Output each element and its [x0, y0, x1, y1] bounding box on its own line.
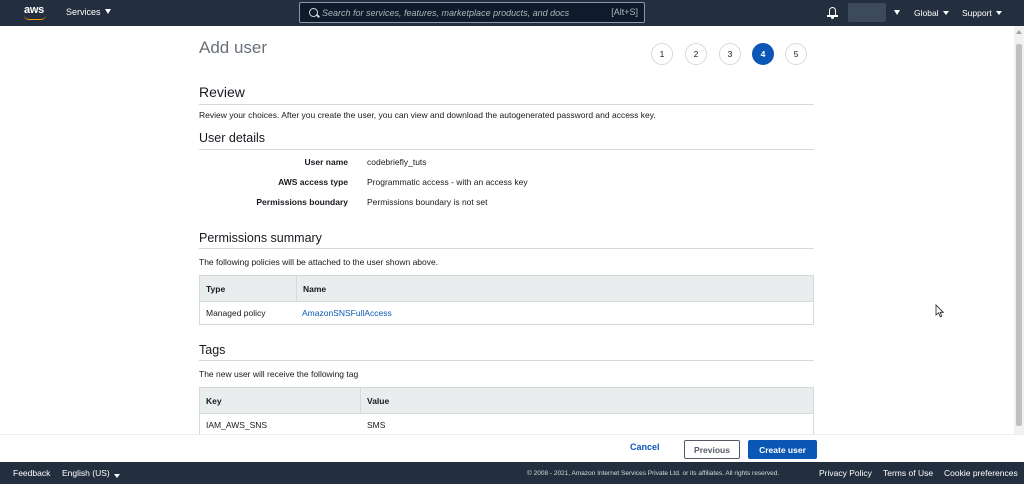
- mouse-pointer-icon: [935, 304, 944, 318]
- previous-button[interactable]: Previous: [684, 440, 740, 459]
- services-menu[interactable]: Services: [66, 7, 111, 17]
- step-1[interactable]: 1: [651, 43, 673, 65]
- language-label: English (US): [62, 468, 110, 478]
- policy-type: Managed policy: [206, 308, 266, 318]
- page-title: Add user: [199, 38, 268, 57]
- step-5: 5: [785, 43, 807, 65]
- column-header-value: Value: [367, 396, 390, 406]
- permissions-description: The following policies will be attached …: [199, 257, 439, 267]
- services-label: Services: [66, 7, 101, 17]
- vertical-scrollbar[interactable]: [1014, 26, 1024, 434]
- action-bar: Cancel Previous Create user: [0, 434, 1024, 462]
- search-icon: [309, 8, 318, 17]
- terms-of-use-link[interactable]: Terms of Use: [883, 468, 933, 478]
- divider: [199, 248, 814, 249]
- region-label: Global: [914, 8, 939, 18]
- column-header-type: Type: [206, 284, 226, 294]
- column-divider: [360, 388, 361, 413]
- tag-key: IAM_AWS_SNS: [206, 420, 268, 430]
- notification-bell-icon[interactable]: [827, 6, 838, 19]
- divider: [199, 149, 814, 150]
- review-heading: Review: [199, 84, 245, 100]
- tags-description: The new user will receive the following …: [199, 369, 359, 379]
- tags-table: Key Value IAM_AWS_SNS SMS: [199, 387, 814, 434]
- search-shortcut: [Alt+S]: [611, 7, 638, 17]
- column-header-name: Name: [303, 284, 327, 294]
- aws-smile-icon: [24, 15, 46, 20]
- caret-down-icon: [113, 474, 120, 478]
- tags-heading: Tags: [199, 343, 226, 357]
- support-label: Support: [962, 8, 992, 18]
- access-type-value: Programmatic access - with an access key: [367, 177, 528, 187]
- feedback-link[interactable]: Feedback: [13, 468, 50, 478]
- copyright-text: © 2008 - 2021, Amazon Internet Services …: [527, 470, 780, 477]
- permissions-boundary-value: Permissions boundary is not set: [367, 197, 488, 207]
- language-selector[interactable]: English (US): [62, 468, 120, 478]
- user-name-value: codebriefly_tuts: [367, 157, 427, 167]
- privacy-policy-link[interactable]: Privacy Policy: [819, 468, 872, 478]
- step-3[interactable]: 3: [719, 43, 741, 65]
- divider: [199, 360, 814, 361]
- user-details-heading: User details: [199, 131, 265, 145]
- cancel-button[interactable]: Cancel: [630, 442, 660, 452]
- caret-down-icon: [995, 11, 1002, 15]
- top-nav: aws Services [Alt+S] Global Support: [0, 0, 1024, 26]
- create-user-button[interactable]: Create user: [748, 440, 817, 459]
- review-description: Review your choices. After you create th…: [199, 110, 656, 120]
- footer: Feedback English (US) © 2008 - 2021, Ama…: [0, 462, 1024, 484]
- search-input[interactable]: [322, 6, 602, 20]
- table-row: IAM_AWS_SNS SMS: [200, 414, 813, 434]
- support-menu[interactable]: Support: [962, 8, 1002, 18]
- permissions-table: Type Name Managed policy AmazonSNSFullAc…: [199, 275, 814, 325]
- table-header: Type Name: [200, 276, 813, 302]
- permissions-summary-heading: Permissions summary: [199, 231, 322, 245]
- table-row: Managed policy AmazonSNSFullAccess: [200, 302, 813, 324]
- account-caret-down-icon[interactable]: [894, 10, 900, 15]
- scrollbar-thumb[interactable]: [1016, 44, 1022, 426]
- access-type-label: AWS access type: [278, 177, 348, 187]
- scroll-up-icon[interactable]: [1016, 30, 1022, 34]
- table-header: Key Value: [200, 388, 813, 414]
- tag-value: SMS: [367, 420, 386, 430]
- step-2[interactable]: 2: [685, 43, 707, 65]
- step-4: 4: [752, 43, 774, 65]
- permissions-boundary-label: Permissions boundary: [256, 197, 348, 207]
- policy-name-link[interactable]: AmazonSNSFullAccess: [302, 308, 392, 318]
- main-content: Add user 1 2 3 4 5 Review Review your ch…: [0, 26, 1014, 434]
- column-header-key: Key: [206, 396, 222, 406]
- search-bar[interactable]: [Alt+S]: [299, 2, 645, 23]
- caret-down-icon: [942, 11, 949, 15]
- aws-logo[interactable]: aws: [22, 3, 48, 23]
- cookie-preferences-link[interactable]: Cookie preferences: [944, 468, 1018, 478]
- caret-down-icon: [104, 9, 111, 14]
- column-divider: [296, 276, 297, 301]
- divider: [199, 104, 814, 105]
- account-menu[interactable]: [848, 3, 886, 22]
- user-name-label: User name: [304, 157, 348, 167]
- region-menu[interactable]: Global: [914, 8, 949, 18]
